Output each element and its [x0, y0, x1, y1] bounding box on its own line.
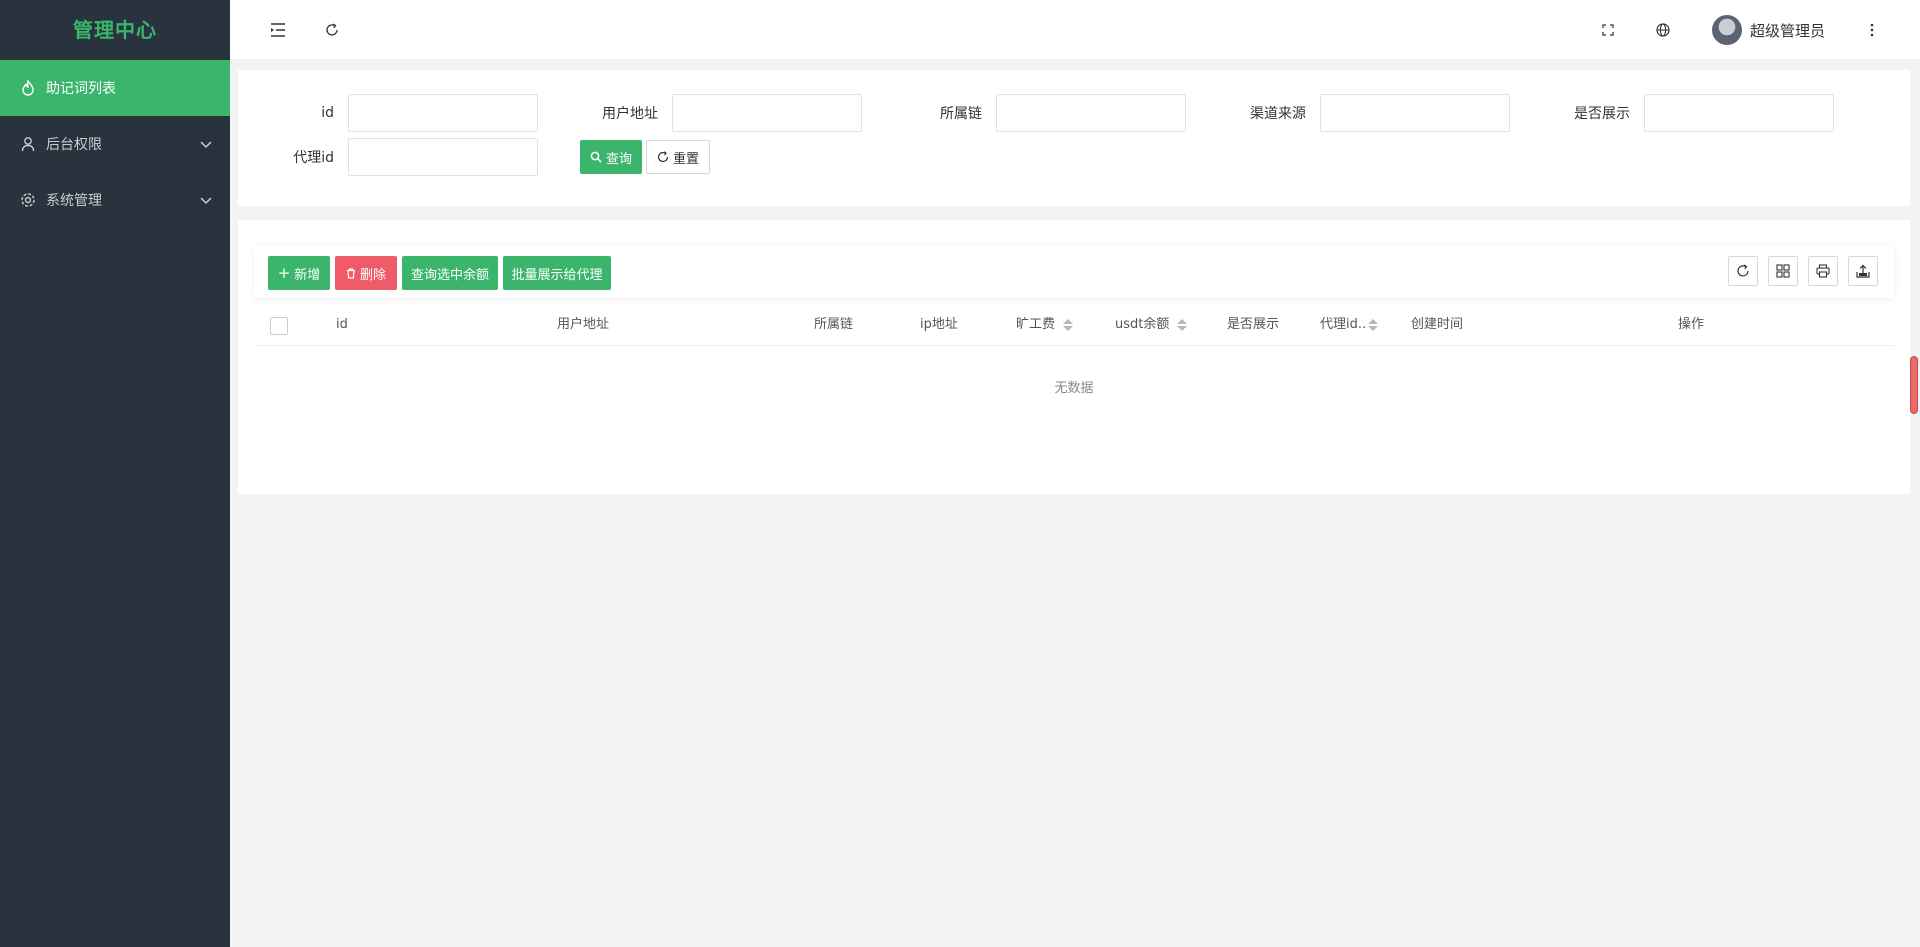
delete-label: 删除 [359, 267, 386, 283]
trash-icon [346, 267, 356, 279]
sidebar-item-label: 助记词列表 [46, 81, 116, 97]
top-header: 超级管理员 [230, 0, 1920, 60]
column-header-chain[interactable]: 所属链 [814, 304, 853, 346]
add-button[interactable]: + 新增 [268, 256, 330, 290]
field-label: 所属链 [940, 106, 982, 122]
chevron-down-icon [200, 193, 212, 209]
column-header-created-time[interactable]: 创建时间 [1411, 304, 1463, 346]
select-all-checkbox[interactable] [270, 317, 288, 335]
user-name: 超级管理员 [1750, 21, 1826, 40]
sort-icon[interactable] [1177, 319, 1188, 331]
field-label: 渠道来源 [1250, 106, 1306, 122]
columns-icon[interactable] [1768, 256, 1798, 286]
more-icon[interactable] [1860, 18, 1884, 42]
column-header-is-shown[interactable]: 是否展示 [1227, 304, 1279, 346]
chain-input[interactable] [996, 94, 1186, 132]
table-header: id 用户地址 所属链 ip地址 旷工费 usdt余额 是否展示 代理id.. … [254, 304, 1894, 346]
search-field-chain: 所属链 [886, 94, 1186, 132]
query-button[interactable]: 查询 [580, 140, 642, 174]
add-label: 新增 [294, 267, 321, 283]
search-field-user-address: 用户地址 [562, 94, 862, 132]
plus-icon: + [277, 264, 291, 282]
column-header-user-address[interactable]: 用户地址 [557, 304, 609, 346]
sort-icon[interactable] [1368, 319, 1379, 331]
table-panel: + 新增 删除 查询选中余额 批量展示给代理 id 用户地址 所属链 ip地址 … [238, 220, 1910, 494]
field-label: id [321, 105, 334, 121]
fullscreen-icon[interactable] [1596, 18, 1620, 42]
search-field-agent-id: 代理id [238, 138, 538, 176]
query-label: 查询 [605, 151, 632, 167]
export-icon[interactable] [1848, 256, 1878, 286]
user-address-input[interactable] [672, 94, 862, 132]
column-label: usdt余额 [1115, 317, 1170, 332]
field-label: 用户地址 [602, 106, 658, 122]
field-label: 代理id [293, 150, 334, 166]
column-label: 旷工费 [1016, 317, 1056, 332]
scrollbar-thumb[interactable] [1910, 356, 1918, 414]
search-field-is-shown: 是否展示 [1534, 94, 1834, 132]
chevron-down-icon [200, 137, 212, 153]
sidebar-item-label: 后台权限 [46, 137, 102, 153]
sidebar-item-system-management[interactable]: 系统管理 [0, 172, 230, 228]
sidebar: 管理中心 助记词列表 后台权限 系统管理 [0, 0, 230, 947]
search-panel: id 用户地址 所属链 渠道来源 是否展示 代理id 查询 重置 [238, 70, 1910, 206]
reset-button[interactable]: 重置 [646, 140, 710, 174]
channel-source-input[interactable] [1320, 94, 1510, 132]
menu-fold-icon[interactable] [266, 18, 290, 42]
field-label: 是否展示 [1574, 106, 1630, 122]
search-field-channel-source: 渠道来源 [1210, 94, 1510, 132]
user-menu[interactable]: 超级管理员 [1712, 14, 1825, 46]
column-label: 代理id.. [1320, 317, 1367, 332]
query-selected-balance-button[interactable]: 查询选中余额 [402, 256, 498, 290]
table-refresh-icon[interactable] [1728, 256, 1758, 286]
column-header-miner-fee[interactable]: 旷工费 [1016, 304, 1074, 346]
column-header-id[interactable]: id [336, 304, 348, 346]
column-header-actions: 操作 [1678, 317, 1705, 332]
sidebar-item-mnemonic-list[interactable]: 助记词列表 [0, 60, 230, 116]
gear-icon [20, 192, 36, 208]
user-icon [20, 136, 36, 152]
column-header-usdt-balance[interactable]: usdt余额 [1115, 304, 1188, 346]
refresh-icon [657, 151, 669, 163]
sidebar-item-admin-permissions[interactable]: 后台权限 [0, 116, 230, 172]
search-field-id: id [238, 94, 538, 132]
refresh-icon[interactable] [320, 18, 344, 42]
print-icon[interactable] [1808, 256, 1838, 286]
id-input[interactable] [348, 94, 538, 132]
query-balance-label: 查询选中余额 [410, 267, 489, 283]
batch-show-to-agent-button[interactable]: 批量展示给代理 [503, 256, 611, 290]
column-header-agent-id[interactable]: 代理id.. [1320, 304, 1379, 346]
batch-show-label: 批量展示给代理 [511, 267, 603, 283]
empty-state-text: 无数据 [1054, 381, 1094, 396]
table-toolbar: + 新增 删除 查询选中余额 批量展示给代理 [254, 246, 1894, 298]
avatar [1712, 15, 1742, 45]
sidebar-item-label: 系统管理 [46, 193, 102, 209]
reset-label: 重置 [672, 151, 699, 167]
column-header-ip-address[interactable]: ip地址 [920, 304, 958, 346]
search-icon [590, 151, 602, 163]
app-logo: 管理中心 [73, 18, 157, 42]
delete-button[interactable]: 删除 [335, 256, 397, 290]
fire-icon [20, 80, 36, 96]
agent-id-input[interactable] [348, 138, 538, 176]
globe-icon[interactable] [1651, 18, 1675, 42]
is-shown-input[interactable] [1644, 94, 1834, 132]
sort-icon[interactable] [1063, 319, 1074, 331]
